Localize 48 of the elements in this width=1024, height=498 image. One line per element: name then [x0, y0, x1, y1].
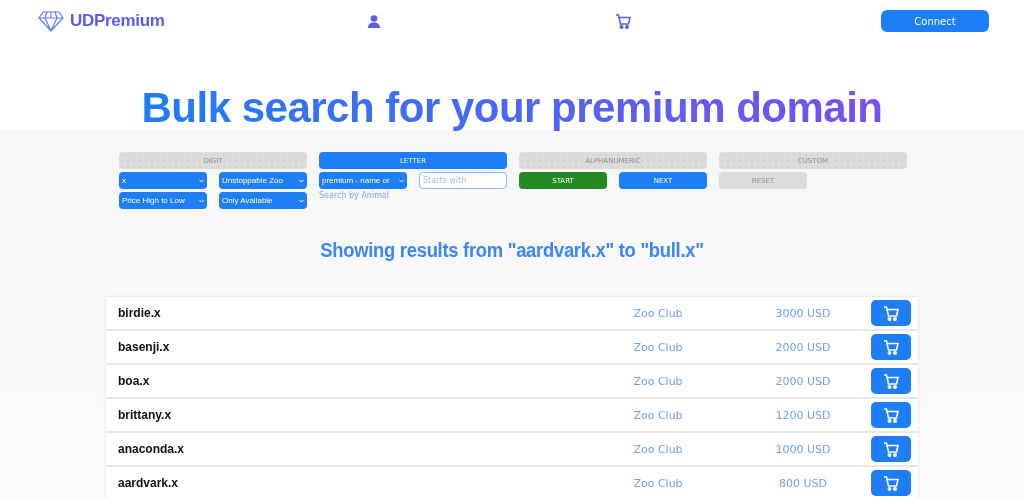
- search-hint: Search by Animal: [319, 191, 391, 202]
- search-field[interactable]: Starts with: [419, 172, 507, 189]
- price: 2000 USD: [774, 340, 832, 354]
- price: 1000 USD: [774, 442, 832, 456]
- cart-icon: [883, 475, 899, 491]
- price: 3000 USD: [774, 306, 832, 320]
- cart-icon[interactable]: [615, 13, 631, 29]
- club-name: Zoo Club: [632, 408, 684, 422]
- cart-icon: [883, 339, 899, 355]
- domain-name: anaconda.x: [118, 442, 186, 456]
- cart-icon: [883, 441, 899, 457]
- dropdown[interactable]: premium - name or: [319, 172, 407, 189]
- club-name: Zoo Club: [632, 306, 684, 320]
- domain-name: boa.x: [118, 374, 151, 388]
- add-to-cart-button[interactable]: [871, 470, 911, 496]
- price: 1200 USD: [774, 408, 832, 422]
- caret-icon: [299, 178, 304, 183]
- diamond-icon: [38, 10, 64, 32]
- add-to-cart-button[interactable]: [871, 368, 911, 394]
- results-heading: Showing results from "aardvark.x" to "bull.x": [319, 239, 705, 262]
- cart-icon: [883, 407, 899, 423]
- brand-name: UDPremium: [70, 11, 165, 31]
- user-icon[interactable]: [368, 14, 380, 28]
- caret-icon: [199, 178, 204, 183]
- dropdown[interactable]: Price High to Low: [119, 192, 207, 209]
- caret-icon: [399, 178, 404, 183]
- club-name: Zoo Club: [632, 442, 684, 456]
- cart-icon: [883, 373, 899, 389]
- connect-button[interactable]: Connect: [881, 10, 989, 32]
- domain-name: brittany.x: [118, 408, 173, 422]
- club-name: Zoo Club: [632, 476, 684, 490]
- price: 800 USD: [778, 476, 828, 490]
- caret-icon: [199, 198, 204, 203]
- domain-name: basenji.x: [118, 340, 171, 354]
- add-to-cart-button[interactable]: [871, 300, 911, 326]
- domain-name: aardvark.x: [118, 476, 180, 490]
- add-to-cart-button[interactable]: [871, 334, 911, 360]
- domain-name: birdie.x: [118, 306, 162, 320]
- price: 2000 USD: [774, 374, 832, 388]
- dropdown[interactable]: x: [119, 172, 207, 189]
- dropdown[interactable]: Only Available: [219, 192, 307, 209]
- caret-icon: [299, 198, 304, 203]
- add-to-cart-button[interactable]: [871, 436, 911, 462]
- club-name: Zoo Club: [632, 340, 684, 354]
- add-to-cart-button[interactable]: [871, 402, 911, 428]
- club-name: Zoo Club: [632, 374, 684, 388]
- cart-icon: [883, 305, 899, 321]
- dropdown[interactable]: Unstoppable Zoo: [219, 172, 307, 189]
